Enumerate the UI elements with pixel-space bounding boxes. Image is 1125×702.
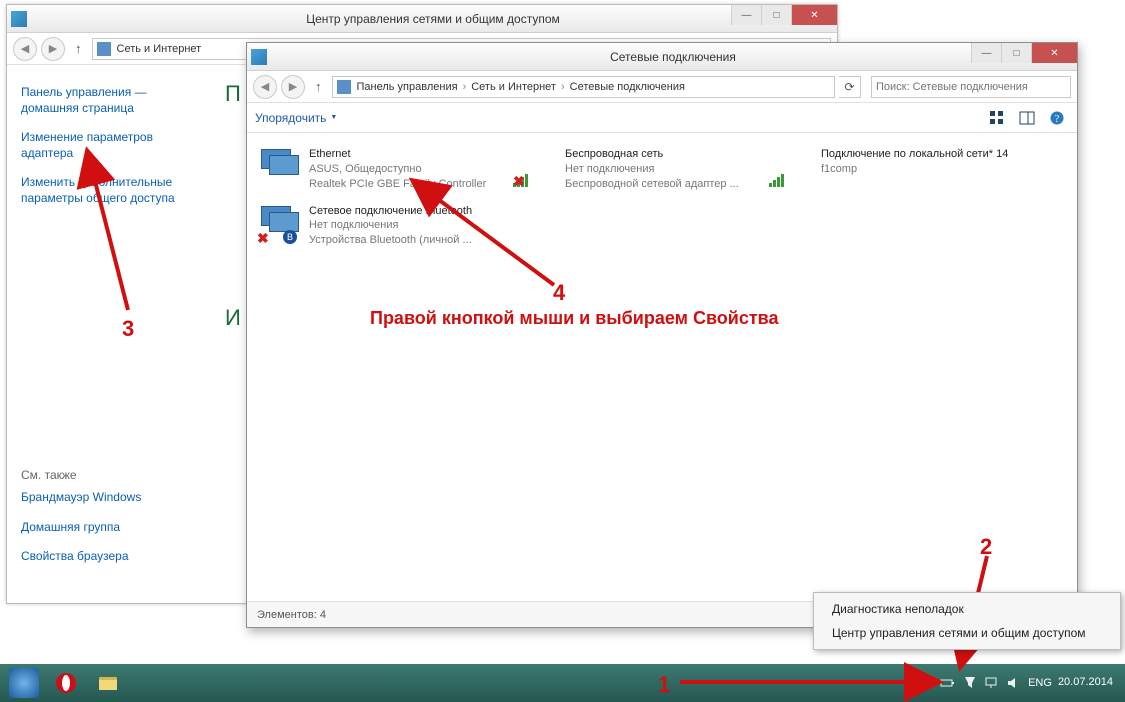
volume-tray-icon[interactable]: [1006, 675, 1022, 691]
connection-status: ASUS, Общедоступно: [309, 162, 505, 177]
tray-language[interactable]: ENG: [1028, 677, 1052, 689]
connection-device: Беспроводной сетевой адаптер ...: [565, 177, 755, 192]
wifi-icon: ✖: [513, 147, 557, 187]
tray-icon[interactable]: [918, 675, 934, 691]
path-icon: [97, 42, 111, 56]
close-button[interactable]: ✕: [1031, 43, 1077, 63]
connection-item-local14[interactable]: Подключение по локальной сети* 14 f1comp: [765, 143, 1021, 196]
heading-letter: П: [225, 81, 241, 107]
refresh-button[interactable]: ⟳: [839, 76, 861, 98]
nav-forward-button[interactable]: ▶: [41, 37, 65, 61]
connection-name: Ethernet: [309, 147, 505, 162]
breadcrumb-sep: ›: [460, 81, 470, 93]
maximize-button[interactable]: □: [1001, 43, 1031, 63]
connection-item-wireless[interactable]: ✖ Беспроводная сеть Нет подключения Бесп…: [509, 143, 765, 196]
maximize-button[interactable]: □: [761, 5, 791, 25]
sidebar-link-homegroup[interactable]: Домашняя группа: [21, 520, 141, 536]
titlebar-win1: Центр управления сетями и общим доступом…: [7, 5, 837, 33]
status-count: Элементов: 4: [257, 609, 326, 621]
nav-up-button[interactable]: ↑: [69, 41, 88, 56]
wifi-icon: [769, 147, 813, 187]
connection-device: Realtek PCIe GBE Family Controller: [309, 177, 499, 192]
breadcrumb-item[interactable]: Сеть и Интернет: [117, 43, 202, 55]
window-title: Центр управления сетями и общим доступом: [33, 12, 833, 26]
breadcrumb-item[interactable]: Сеть и Интернет: [471, 81, 556, 93]
system-tray: ENG 20.07.2014: [918, 675, 1121, 691]
see-also-section: См. также Брандмауэр Windows Домашняя гр…: [21, 468, 141, 579]
organize-button[interactable]: Упорядочить: [255, 111, 337, 125]
sidebar: Панель управления — домашняя страница Из…: [7, 65, 217, 603]
window-network-connections: Сетевые подключения — □ ✕ ◀ ▶ ↑ Панель у…: [246, 42, 1078, 628]
address-bar-win2[interactable]: Панель управления › Сеть и Интернет › Се…: [332, 76, 836, 98]
app-icon: [251, 49, 267, 65]
menu-item-diagnostics[interactable]: Диагностика неполадок: [814, 597, 1120, 621]
sidebar-link-home[interactable]: Панель управления — домашняя страница: [21, 85, 203, 116]
taskbar: ENG 20.07.2014: [0, 664, 1125, 702]
breadcrumb-item[interactable]: Сетевые подключения: [570, 81, 685, 93]
start-button[interactable]: [4, 668, 44, 698]
preview-pane-button[interactable]: [1015, 108, 1039, 128]
nav-back-button[interactable]: ◀: [253, 75, 277, 99]
connection-status: Нет подключения: [565, 162, 761, 177]
view-icons-button[interactable]: [985, 108, 1009, 128]
sidebar-link-browser[interactable]: Свойства браузера: [21, 549, 141, 565]
titlebar-win2: Сетевые подключения — □ ✕: [247, 43, 1077, 71]
path-icon: [337, 80, 351, 94]
sidebar-link-adapter[interactable]: Изменение параметров адаптера: [21, 130, 203, 161]
connection-name: Подключение по локальной сети* 14: [821, 147, 1017, 162]
bluetooth-icon: ✖ B: [257, 204, 301, 244]
sidebar-link-advanced[interactable]: Изменить дополнительные параметры общего…: [21, 175, 203, 206]
tray-clock[interactable]: 20.07.2014: [1058, 676, 1113, 689]
svg-text:?: ?: [1055, 114, 1060, 125]
taskbar-app-opera[interactable]: [46, 668, 86, 698]
connection-status: f1comp: [821, 162, 1017, 177]
connection-name: Сетевое подключение Bluetooth: [309, 204, 505, 219]
tray-date: 20.07.2014: [1058, 676, 1113, 689]
battery-tray-icon[interactable]: [940, 675, 956, 691]
nav-row-win2: ◀ ▶ ↑ Панель управления › Сеть и Интерне…: [247, 71, 1077, 103]
breadcrumb-item[interactable]: Панель управления: [357, 81, 458, 93]
connections-area: Ethernet ASUS, Общедоступно Realtek PCIe…: [247, 133, 1077, 262]
tray-context-menu: Диагностика неполадок Центр управления с…: [813, 592, 1121, 650]
connection-item-ethernet[interactable]: Ethernet ASUS, Общедоступно Realtek PCIe…: [253, 143, 509, 196]
connection-device: Устройства Bluetooth (личной ...: [309, 233, 499, 248]
taskbar-app-explorer[interactable]: [88, 668, 128, 698]
nav-back-button[interactable]: ◀: [13, 37, 37, 61]
window-title: Сетевые подключения: [273, 50, 1073, 64]
connection-name: Беспроводная сеть: [565, 147, 761, 162]
network-icon: [257, 147, 301, 187]
close-button[interactable]: ✕: [791, 5, 837, 25]
connection-item-bluetooth[interactable]: ✖ B Сетевое подключение Bluetooth Нет по…: [253, 200, 509, 253]
nav-up-button[interactable]: ↑: [309, 79, 328, 94]
menu-item-network-center[interactable]: Центр управления сетями и общим доступом: [814, 621, 1120, 645]
sidebar-link-firewall[interactable]: Брандмауэр Windows: [21, 490, 141, 506]
minimize-button[interactable]: —: [731, 5, 761, 25]
action-center-tray-icon[interactable]: [962, 675, 978, 691]
help-button[interactable]: ?: [1045, 108, 1069, 128]
connection-status: Нет подключения: [309, 218, 505, 233]
heading-letter-2: И: [225, 305, 241, 331]
minimize-button[interactable]: —: [971, 43, 1001, 63]
see-also-header: См. также: [21, 468, 141, 482]
network-tray-icon[interactable]: [984, 675, 1000, 691]
search-input[interactable]: [871, 76, 1071, 98]
nav-forward-button[interactable]: ▶: [281, 75, 305, 99]
toolbar: Упорядочить ?: [247, 103, 1077, 133]
breadcrumb-sep: ›: [558, 81, 568, 93]
app-icon: [11, 11, 27, 27]
